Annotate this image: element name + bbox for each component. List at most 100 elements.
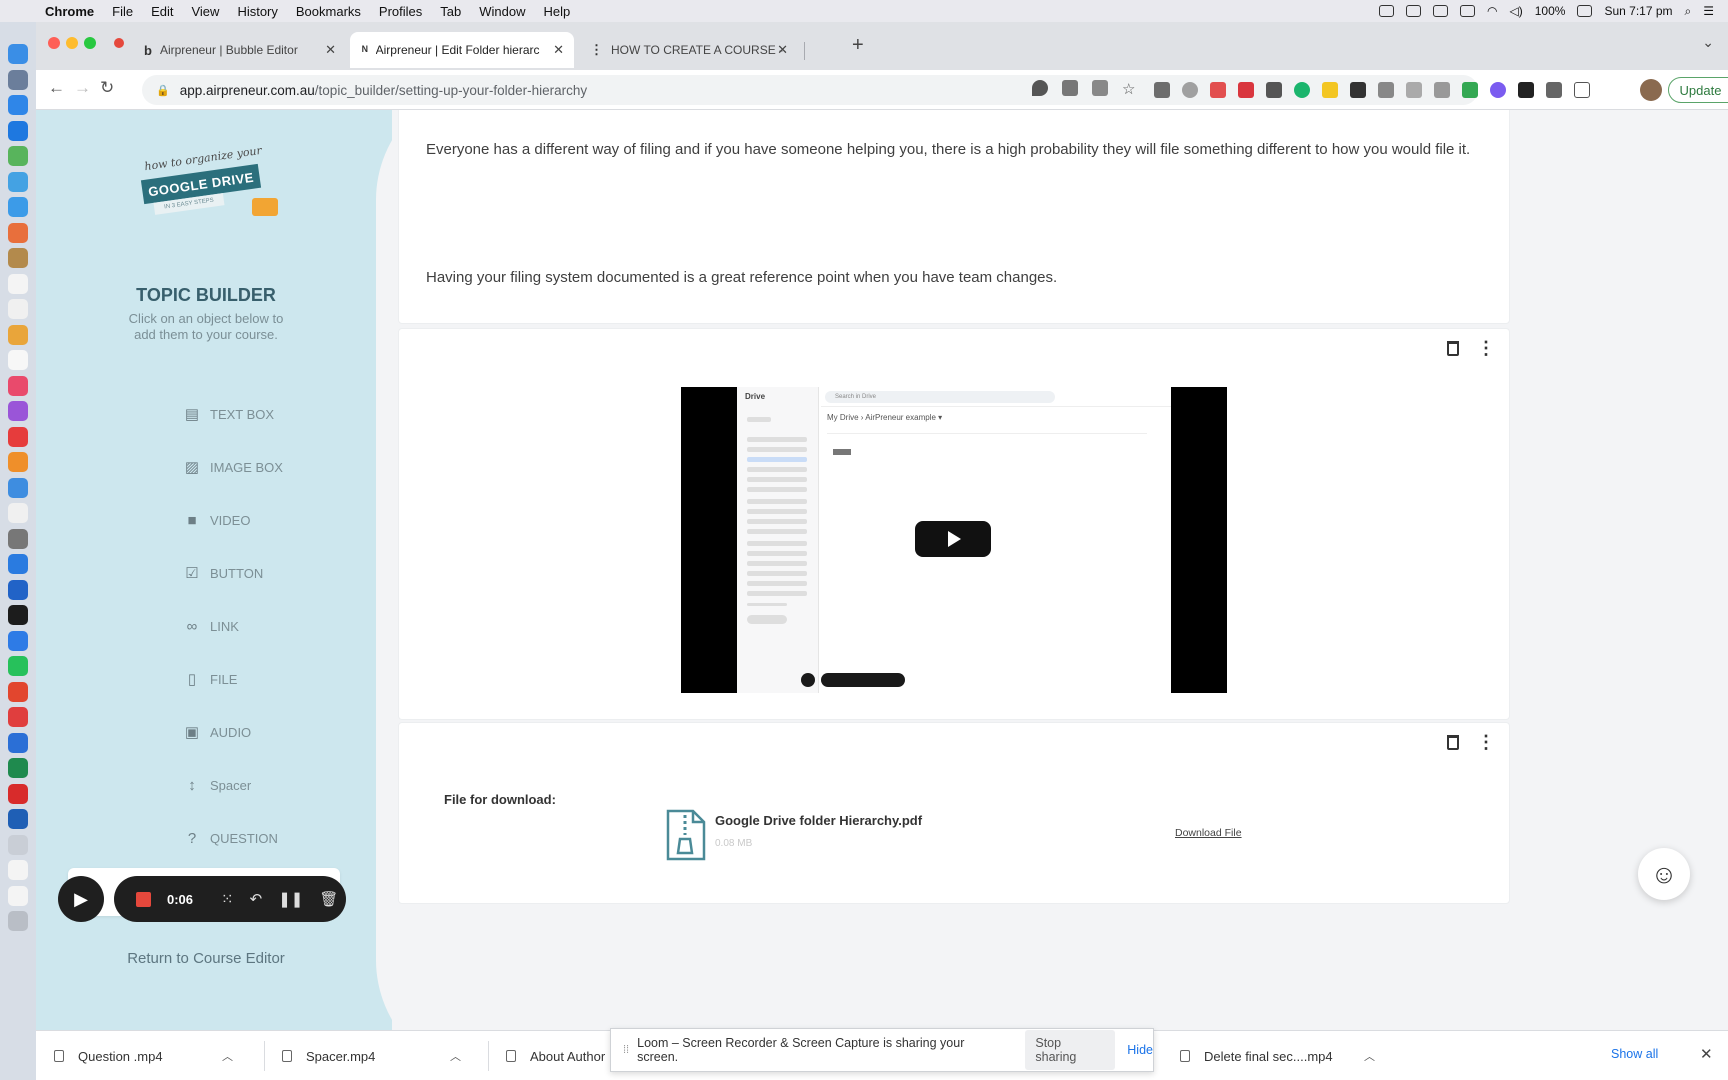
zoom-app-icon[interactable]: [8, 554, 28, 574]
tab-search-chevron-icon[interactable]: ⌄: [1702, 34, 1714, 51]
video-block-card[interactable]: ⋮ Drive Search in Drive My Drive › AirPr…: [398, 328, 1510, 720]
download-item[interactable]: About Author: [506, 1031, 626, 1080]
excel-app-icon[interactable]: [8, 758, 28, 778]
extension-user-icon[interactable]: [1434, 82, 1450, 98]
side-panel-icon[interactable]: [1574, 82, 1590, 98]
extension-gear-icon[interactable]: [1490, 82, 1506, 98]
pages-app-icon[interactable]: [8, 503, 28, 523]
block-menu-icon[interactable]: ⋮: [1477, 339, 1495, 357]
apple-tv-app-icon[interactable]: [8, 605, 28, 625]
extensions-puzzle-icon[interactable]: [1546, 82, 1562, 98]
new-tab-button[interactable]: +: [852, 34, 864, 57]
support-chat-button[interactable]: ☺: [1638, 848, 1690, 900]
download-page-icon[interactable]: [1062, 80, 1078, 96]
delete-block-icon[interactable]: [1447, 735, 1459, 750]
text-block-card[interactable]: Everyone has a different way of filing a…: [398, 110, 1510, 324]
app-store-icon[interactable]: [8, 120, 28, 141]
close-tab-icon[interactable]: ✕: [777, 42, 788, 58]
menu-bookmarks[interactable]: Bookmarks: [287, 4, 370, 19]
menu-help[interactable]: Help: [535, 4, 580, 19]
location-icon[interactable]: [1032, 80, 1048, 96]
extension-sticky-icon[interactable]: [1322, 82, 1338, 98]
photos-app-icon[interactable]: [8, 171, 28, 192]
menu-chrome[interactable]: Chrome: [36, 4, 103, 19]
news-app-icon[interactable]: [8, 426, 28, 447]
loom-pause-icon[interactable]: ❚❚: [278, 890, 303, 908]
acrobat-app-icon[interactable]: [8, 783, 28, 804]
control-center-icon[interactable]: ☰: [1703, 4, 1714, 18]
extension-loom-icon[interactable]: [1518, 82, 1534, 98]
tool-image-box[interactable]: ▨ IMAGE BOX: [102, 450, 312, 484]
safari-app-icon[interactable]: [8, 95, 28, 115]
play-button[interactable]: [915, 521, 991, 557]
menu-view[interactable]: View: [182, 4, 228, 19]
tool-video[interactable]: ■ VIDEO: [102, 503, 312, 537]
menu-history[interactable]: History: [228, 4, 286, 19]
maps-app-icon[interactable]: [8, 222, 28, 243]
close-shelf-icon[interactable]: ✕: [1700, 1045, 1713, 1063]
menu-edit[interactable]: Edit: [142, 4, 182, 19]
finder-app-icon[interactable]: [8, 44, 28, 64]
messages-app-icon[interactable]: [8, 146, 28, 166]
download-item[interactable]: Delete final sec....mp4 ︿: [1180, 1031, 1380, 1080]
menu-window[interactable]: Window: [470, 4, 534, 19]
stop-sharing-button[interactable]: Stop sharing: [1025, 1030, 1116, 1070]
share-icon[interactable]: [1092, 80, 1108, 96]
outlook-app-icon[interactable]: [8, 579, 28, 600]
profile-avatar[interactable]: [1640, 79, 1662, 101]
reload-button[interactable]: ↻: [100, 78, 114, 98]
back-button[interactable]: ←: [48, 78, 65, 98]
tool-question[interactable]: ? QUESTION: [102, 821, 312, 855]
tool-text-box[interactable]: ▤ TEXT BOX: [102, 397, 312, 431]
tool-audio[interactable]: ▣ AUDIO: [102, 715, 312, 749]
window-minimize-button[interactable]: [66, 37, 78, 49]
download-item[interactable]: Question .mp4 ︿: [54, 1031, 240, 1080]
tool-file[interactable]: ▯ FILE: [102, 662, 312, 696]
menu-file[interactable]: File: [103, 4, 142, 19]
video-player[interactable]: Drive Search in Drive My Drive › AirPren…: [681, 387, 1227, 693]
music-app-icon[interactable]: [8, 375, 28, 396]
help-app-icon[interactable]: [8, 834, 28, 855]
extension-badge-icon[interactable]: [1238, 82, 1254, 98]
window-maximize-button[interactable]: [84, 37, 96, 49]
download-options-chevron-icon[interactable]: ︿: [450, 1048, 461, 1064]
download-file-link[interactable]: Download File: [1175, 827, 1242, 839]
window-close-button[interactable]: [48, 37, 60, 49]
word-app-icon[interactable]: [8, 732, 28, 753]
podcasts-app-icon[interactable]: [8, 401, 28, 421]
clock[interactable]: Sun 7:17 pm: [1604, 4, 1672, 18]
system-preferences-icon[interactable]: [8, 528, 28, 549]
loom-delete-icon[interactable]: 🗑: [319, 890, 338, 908]
delete-block-icon[interactable]: [1447, 341, 1459, 356]
documents-folder-icon[interactable]: [8, 885, 28, 906]
menu-tab[interactable]: Tab: [431, 4, 470, 19]
reminders-app-icon[interactable]: [8, 299, 28, 319]
tool-button[interactable]: ☑ BUTTON: [102, 556, 312, 590]
download-options-chevron-icon[interactable]: ︿: [222, 1048, 233, 1064]
notes-app-icon[interactable]: [8, 248, 28, 268]
extension-eyedropper-icon[interactable]: [1266, 82, 1282, 98]
microphone-icon[interactable]: [1379, 5, 1395, 17]
wifi-icon[interactable]: ◠: [1487, 4, 1497, 18]
update-button[interactable]: Update ⋮: [1668, 77, 1728, 103]
return-to-course-editor-link[interactable]: Return to Course Editor: [36, 950, 376, 967]
loom-restart-icon[interactable]: ↶: [250, 890, 263, 908]
display-icon[interactable]: [1460, 5, 1476, 17]
whatsapp-app-icon[interactable]: [8, 656, 28, 676]
loom-stop-button[interactable]: [136, 891, 151, 907]
tab-edit-folder-hierarchy[interactable]: ᴺ Airpreneur | Edit Folder hierarc ✕: [350, 32, 574, 68]
downloads-folder-icon[interactable]: [8, 860, 28, 880]
tool-spacer[interactable]: ↕ Spacer: [102, 768, 312, 802]
loom-camera-button[interactable]: ▶: [58, 876, 104, 922]
extension-code-icon[interactable]: [1406, 82, 1422, 98]
lock-icon[interactable]: 🔒: [156, 84, 170, 97]
textedit-app-icon[interactable]: [8, 350, 28, 370]
youtube-app-icon[interactable]: [8, 707, 28, 727]
spotlight-search-icon[interactable]: ⌕: [1685, 4, 1692, 19]
bookmark-star-icon[interactable]: ☆: [1122, 80, 1135, 98]
numbers-app-icon[interactable]: [8, 452, 28, 472]
block-menu-icon[interactable]: ⋮: [1477, 733, 1495, 751]
outlook-second-app-icon[interactable]: [8, 809, 28, 829]
loom-draw-icon[interactable]: ⁙: [221, 890, 234, 908]
forward-button[interactable]: →: [74, 78, 91, 98]
